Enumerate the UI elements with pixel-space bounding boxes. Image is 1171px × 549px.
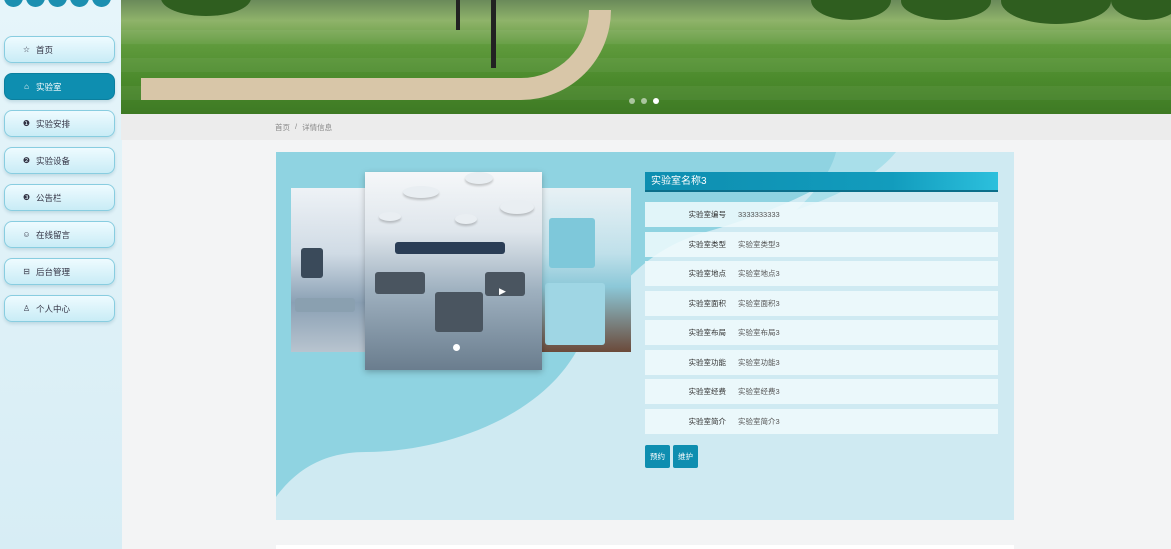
sidebar-item-notice[interactable]: ❸ 公告栏 xyxy=(4,184,115,211)
home-icon: ☆ xyxy=(22,45,31,54)
field-value: 实验室地点3 xyxy=(738,269,780,278)
sidebar-item-admin[interactable]: ⊟ 后台管理 xyxy=(4,258,115,285)
photo-lamp xyxy=(455,214,477,224)
sidebar-item-lab[interactable]: ⌂ 实验室 xyxy=(4,73,115,100)
photo-lamp xyxy=(379,212,401,221)
field-value: 实验室简介3 xyxy=(738,416,780,426)
sidebar: ☆ 首页 ⌂ 实验室 ❶ 实验安排 ❷ 实验设备 ❸ 公告栏 ☺ 在线留言 ⊟ … xyxy=(0,0,122,549)
photo-lamp xyxy=(500,200,534,214)
sidebar-item-message[interactable]: ☺ 在线留言 xyxy=(4,221,115,248)
carousel-dot[interactable] xyxy=(641,98,647,104)
sidebar-item-label: 实验安排 xyxy=(36,118,71,129)
top-dot xyxy=(4,0,23,7)
field-value: 实验室面积3 xyxy=(738,298,780,308)
photo-cabinet xyxy=(549,218,595,268)
sidebar-item-profile[interactable]: ♙ 个人中心 xyxy=(4,295,115,322)
sidebar-item-label: 公告栏 xyxy=(36,192,62,203)
top-dot xyxy=(26,0,45,7)
detail-card: ▶ 实验室名称3 实验室编号 3333333333 实验室类型 实验室类型3 实… xyxy=(276,152,1014,520)
breadcrumb: 首页 / 详情信息 xyxy=(275,122,332,133)
sidebar-item-equipment[interactable]: ❷ 实验设备 xyxy=(4,147,115,174)
breadcrumb-separator: / xyxy=(295,122,298,131)
field-row: 实验室布局 实验室布局3 xyxy=(645,320,998,345)
breadcrumb-bar: 首页 / 详情信息 xyxy=(121,114,1171,140)
photo-desk xyxy=(295,298,355,312)
image-gallery[interactable]: ▶ xyxy=(291,172,631,370)
field-row: 实验室类型 实验室类型3 xyxy=(645,231,998,257)
detail-fields: 实验室编号 3333333333 实验室类型 实验室类型3 实验室地点 实验室地… xyxy=(645,202,998,438)
field-label: 实验室编号 xyxy=(688,210,727,219)
field-row: 实验室地点 实验室地点3 xyxy=(645,261,998,286)
banner-tree xyxy=(1001,0,1111,24)
photo-cabinet xyxy=(545,283,605,345)
photo-window xyxy=(301,248,323,278)
banner-lamp-post xyxy=(491,0,496,68)
photo-desk xyxy=(375,272,425,294)
field-row: 实验室编号 3333333333 xyxy=(645,202,998,227)
field-row: 实验室经费 实验室经费3 xyxy=(645,379,998,404)
field-value: 实验室经费3 xyxy=(738,387,780,396)
gallery-indicator[interactable] xyxy=(453,344,460,351)
reserve-button[interactable]: 预约 xyxy=(645,445,670,468)
field-label: 实验室布局 xyxy=(688,328,727,337)
photo-lamp xyxy=(403,186,439,198)
banner-path xyxy=(141,10,611,100)
lab-photo-left[interactable] xyxy=(291,188,371,352)
top-dot xyxy=(92,0,111,7)
field-row: 实验室功能 实验室功能3 xyxy=(645,349,998,375)
top-dot xyxy=(48,0,67,7)
sidebar-item-label: 实验设备 xyxy=(36,155,71,166)
top-dot xyxy=(70,0,89,7)
notice-icon: ❸ xyxy=(22,193,31,202)
carousel-dot-active[interactable] xyxy=(653,98,659,104)
banner-lamp-post xyxy=(456,0,460,30)
top-decoration xyxy=(4,0,111,7)
sidebar-item-label: 后台管理 xyxy=(36,266,71,277)
field-value: 3333333333 xyxy=(738,210,780,219)
field-value: 实验室布局3 xyxy=(738,328,780,337)
lab-photo-right[interactable] xyxy=(541,188,631,352)
field-label: 实验室经费 xyxy=(688,387,727,396)
sidebar-item-label: 实验室 xyxy=(36,81,62,92)
sidebar-item-label: 个人中心 xyxy=(36,303,71,314)
field-value: 实验室类型3 xyxy=(738,239,780,249)
field-label: 实验室类型 xyxy=(688,239,727,249)
admin-icon: ⊟ xyxy=(23,267,30,276)
field-value: 实验室功能3 xyxy=(738,357,780,367)
sidebar-item-label: 首页 xyxy=(36,44,54,55)
message-icon: ☺ xyxy=(22,230,31,239)
photo-lamp xyxy=(465,172,493,184)
banner-tree xyxy=(811,0,891,20)
sidebar-item-home[interactable]: ☆ 首页 xyxy=(4,36,115,63)
footer-strip xyxy=(276,545,1014,549)
sidebar-item-schedule[interactable]: ❶ 实验安排 xyxy=(4,110,115,137)
photo-desk xyxy=(435,292,483,332)
field-label: 实验室面积 xyxy=(688,298,727,308)
banner-tree xyxy=(1111,0,1171,20)
carousel-indicators xyxy=(629,98,659,104)
field-row: 实验室简介 实验室简介3 xyxy=(645,408,998,434)
breadcrumb-home[interactable]: 首页 xyxy=(275,122,290,133)
field-row: 实验室面积 实验室面积3 xyxy=(645,290,998,316)
schedule-icon: ❶ xyxy=(22,119,31,128)
equipment-icon: ❷ xyxy=(22,156,31,165)
field-label: 实验室地点 xyxy=(688,269,727,278)
sidebar-nav: ☆ 首页 ⌂ 实验室 ❶ 实验安排 ❷ 实验设备 ❸ 公告栏 ☺ 在线留言 ⊟ … xyxy=(4,36,115,332)
carousel-dot[interactable] xyxy=(629,98,635,104)
lab-title: 实验室名称3 xyxy=(645,172,998,192)
lab-photo-main[interactable] xyxy=(365,172,542,370)
user-icon: ♙ xyxy=(22,304,31,313)
action-buttons: 预约 维护 xyxy=(645,445,698,468)
banner-tree xyxy=(901,0,991,20)
play-icon[interactable]: ▶ xyxy=(499,286,506,297)
sidebar-item-label: 在线留言 xyxy=(36,229,71,240)
photo-screen-wall xyxy=(395,242,505,254)
banner-carousel[interactable] xyxy=(121,0,1171,114)
maintain-button[interactable]: 维护 xyxy=(673,445,698,468)
field-label: 实验室功能 xyxy=(688,357,727,367)
lab-icon: ⌂ xyxy=(24,82,29,91)
breadcrumb-current: 详情信息 xyxy=(302,123,333,132)
field-label: 实验室简介 xyxy=(688,416,727,426)
